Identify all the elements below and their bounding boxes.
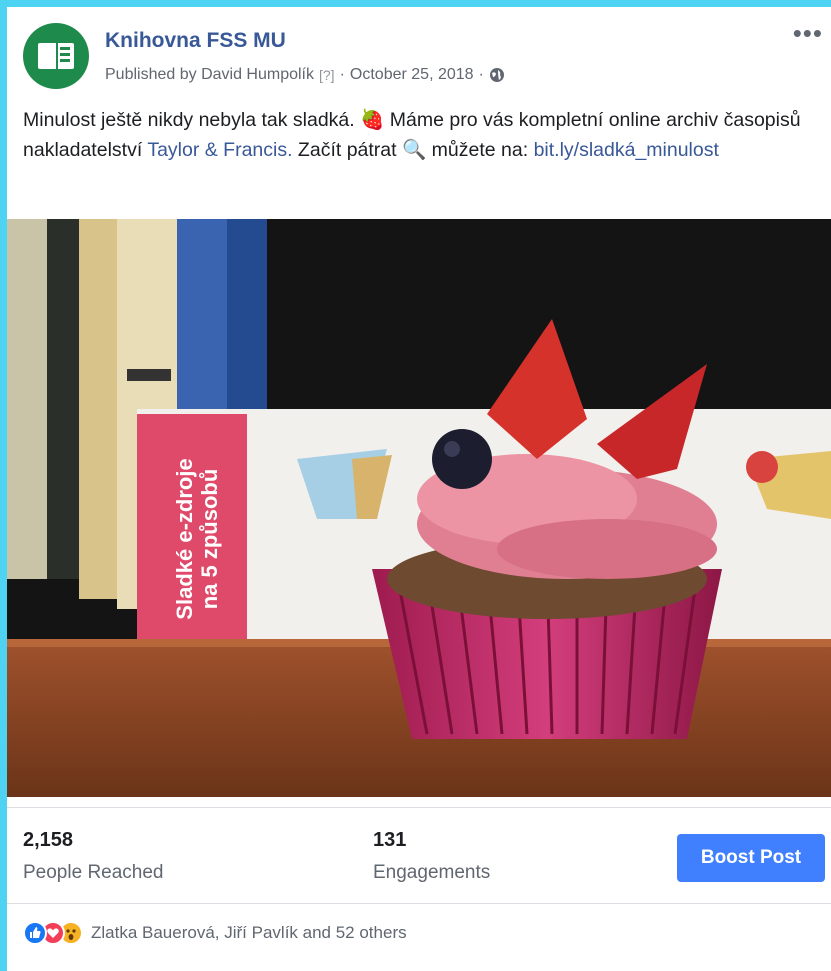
engagements-value: 131: [373, 829, 407, 851]
people-reached-label: People Reached: [23, 862, 164, 883]
post-photo[interactable]: Sladké e-zdroje na 5 způsobů: [7, 219, 831, 797]
post-date[interactable]: October 25, 2018: [350, 66, 474, 84]
published-by[interactable]: Published by David Humpolík: [105, 66, 314, 84]
page-name-link[interactable]: Knihovna FSS MU: [105, 29, 286, 53]
meta-separator-2: ·: [478, 66, 484, 83]
post-meta: Published by David Humpolík [?] · Octobe…: [105, 66, 505, 84]
divider-2: [7, 903, 831, 904]
cupcake-photo: Sladké e-zdroje na 5 způsobů: [7, 219, 831, 797]
post-header: Knihovna FSS MU Published by David Humpo…: [21, 20, 823, 91]
page-avatar[interactable]: [23, 23, 89, 89]
reactions-summary[interactable]: Zlatka Bauerová, Jiří Pavlík and 52 othe…: [23, 921, 407, 945]
library-logo-icon: [38, 43, 74, 69]
banner-text-line1: Sladké e-zdroje: [172, 458, 197, 619]
post-card: Knihovna FSS MU Published by David Humpo…: [7, 7, 831, 971]
meta-separator: ·: [339, 66, 345, 83]
boost-post-button[interactable]: Boost Post: [677, 834, 825, 882]
engagements-stat[interactable]: 131 Engagements: [373, 829, 490, 884]
globe-icon[interactable]: [489, 67, 505, 83]
divider: [7, 807, 831, 808]
people-reached-value: 2,158: [23, 829, 74, 851]
help-marker[interactable]: [?]: [319, 67, 335, 83]
post-text-part2: Začít pátrat 🔍 můžete na:: [292, 139, 534, 161]
like-icon: [23, 921, 47, 945]
more-options-button[interactable]: •••: [793, 20, 823, 46]
people-reached-stat[interactable]: 2,158 People Reached: [23, 829, 164, 884]
taylor-francis-link[interactable]: Taylor & Francis.: [147, 139, 292, 161]
short-url-link[interactable]: bit.ly/sladká_minulost: [534, 139, 719, 161]
banner-text-line2: na 5 způsobů: [197, 469, 222, 610]
reaction-names[interactable]: Zlatka Bauerová, Jiří Pavlík and 52 othe…: [91, 923, 407, 943]
engagements-label: Engagements: [373, 862, 491, 883]
post-text: Minulost ještě nikdy nebyla tak sladká. …: [23, 105, 823, 165]
